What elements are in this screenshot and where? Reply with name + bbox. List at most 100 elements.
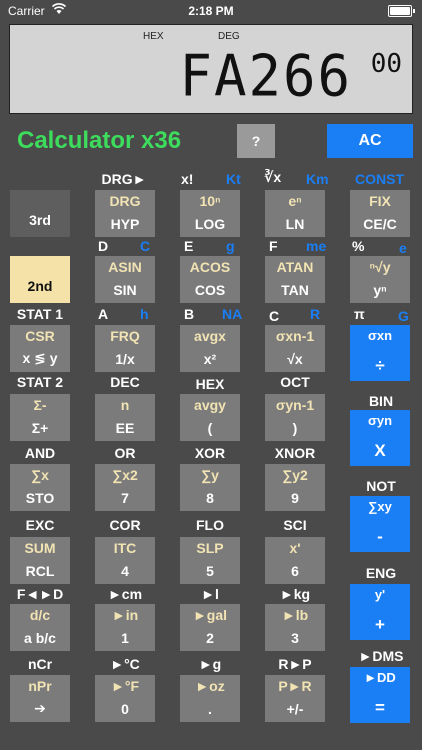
ln-key[interactable]: eⁿ LN [265, 190, 325, 237]
digit-4-key[interactable]: ITC 4 [95, 537, 155, 584]
sin-key[interactable]: ASIN SIN [95, 256, 155, 303]
kt-label: Kt [226, 171, 241, 187]
key-label: EE [115, 420, 135, 436]
key-shift-label: σyn [367, 413, 393, 428]
digit-2-key[interactable]: ►gal 2 [180, 604, 240, 651]
sum-plus-key[interactable]: Σ- Σ+ [10, 394, 70, 441]
hex-b-label: B [184, 306, 195, 322]
key-shift-label: SUM [24, 540, 56, 556]
key-shift-label: ITC [113, 540, 137, 556]
key-shift-label: ASIN [108, 259, 142, 275]
const-label: CONST [355, 171, 404, 187]
power-key[interactable]: ⁿ√y yⁿ [350, 256, 410, 303]
close-paren-key[interactable]: σyn-1 ) [265, 394, 325, 441]
divide-key[interactable]: σxn ÷ [350, 325, 410, 381]
dec-label: DEC [110, 374, 140, 390]
help-button[interactable]: ? [237, 124, 275, 158]
key-label: + [375, 615, 385, 634]
key-label: yⁿ [373, 282, 387, 298]
key-shift-label: avgx [194, 328, 226, 344]
digit-1-key[interactable]: ►in 1 [95, 604, 155, 651]
km-label: Km [306, 171, 329, 187]
and-label: AND [24, 445, 56, 461]
key-label: 2 [206, 630, 214, 646]
key-label: Σ+ [31, 420, 49, 436]
key-label: LOG [194, 216, 226, 232]
gravity-label: g [226, 238, 235, 254]
drg-convert-label: DRG► [101, 171, 147, 187]
cos-key[interactable]: ACOS COS [180, 256, 240, 303]
factorial-label: x! [181, 171, 194, 187]
exc-label: EXC [25, 517, 55, 533]
digit-6-key[interactable]: x' 6 [265, 537, 325, 584]
hex-indicator: HEX [143, 31, 164, 42]
sqrt-key[interactable]: σxn-1 √x [265, 325, 325, 372]
store-key[interactable]: ∑x STO [10, 464, 70, 511]
second-function-key[interactable]: 2nd [10, 256, 70, 303]
key-shift-label: ATAN [276, 259, 314, 275]
key-shift-label: ∑y2 [282, 467, 308, 483]
key-shift-label: σxn [367, 328, 393, 343]
recall-key[interactable]: SUM RCL [10, 537, 70, 584]
sci-label: SCI [283, 517, 307, 533]
key-label: 5 [206, 563, 214, 579]
oct-label: OCT [280, 374, 310, 390]
clear-entry-key[interactable]: FIX CE/C [350, 190, 410, 237]
fraction-key[interactable]: d/c a b/c [10, 604, 70, 651]
rect-to-polar-label: R►P [278, 656, 312, 672]
tan-key[interactable]: ATAN TAN [265, 256, 325, 303]
equals-key[interactable]: ►DD = [350, 667, 410, 723]
digit-7-key[interactable]: ∑x2 7 [95, 464, 155, 511]
log-key[interactable]: 10ⁿ LOG [180, 190, 240, 237]
key-label: CE/C [363, 216, 397, 232]
reciprocal-key[interactable]: FRQ 1/x [95, 325, 155, 372]
key-label: - [377, 527, 383, 546]
avogadro-label: NA [222, 306, 243, 322]
digit-3-key[interactable]: ►lb 3 [265, 604, 325, 651]
status-bar: Carrier 2:18 PM [0, 0, 422, 22]
key-label: x ≶ y [22, 350, 58, 366]
add-key[interactable]: y' + [350, 584, 410, 640]
key-shift-label: FRQ [110, 328, 140, 344]
arrow-key[interactable]: nPr ➔ [10, 675, 70, 722]
multiply-key[interactable]: σyn X [350, 410, 410, 466]
or-label: OR [114, 445, 136, 461]
negate-key[interactable]: P►R +/- [265, 675, 325, 722]
key-label: 8 [206, 490, 214, 506]
digit-0-key[interactable]: ►°F 0 [95, 675, 155, 722]
hyp-key[interactable]: DRG HYP [95, 190, 155, 237]
electron-mass-label: me [306, 238, 327, 254]
flo-label: FLO [196, 517, 224, 533]
app-title: Calculator x36 [17, 127, 182, 154]
key-label: 7 [121, 490, 129, 506]
key-shift-label: Σ- [33, 397, 47, 413]
battery-icon [388, 5, 415, 17]
key-shift-label: nPr [28, 678, 52, 694]
digit-8-key[interactable]: ∑y 8 [180, 464, 240, 511]
to-cm-label: ►cm [107, 586, 143, 602]
decimal-point-key[interactable]: ►oz . [180, 675, 240, 722]
fraction-decimal-label: F◄►D [16, 586, 64, 602]
hex-d-label: D [98, 238, 109, 254]
ee-key[interactable]: n EE [95, 394, 155, 441]
hex-c-label: C [269, 308, 280, 324]
square-key[interactable]: avgx x² [180, 325, 240, 372]
open-paren-key[interactable]: avgy ( [180, 394, 240, 441]
third-function-key[interactable]: 3rd [10, 190, 70, 237]
key-label: ÷ [375, 356, 385, 375]
key-label: TAN [281, 282, 309, 298]
subtract-key[interactable]: ∑xy - [350, 496, 410, 552]
key-shift-label: x' [289, 540, 301, 556]
key-label: ) [292, 420, 298, 436]
hex-f-label: F [269, 238, 278, 254]
digit-9-key[interactable]: ∑y2 9 [265, 464, 325, 511]
key-shift-label: FIX [369, 193, 391, 209]
swap-key[interactable]: CSR x ≶ y [10, 325, 70, 372]
all-clear-button[interactable]: AC [327, 124, 413, 158]
key-shift-label: ►DD [364, 670, 396, 685]
digit-5-key[interactable]: SLP 5 [180, 537, 240, 584]
key-label: a b/c [24, 630, 56, 646]
key-shift-label: σxn-1 [275, 328, 315, 344]
percent-label: % [352, 238, 365, 254]
key-shift-label: ⁿ√y [369, 259, 391, 275]
